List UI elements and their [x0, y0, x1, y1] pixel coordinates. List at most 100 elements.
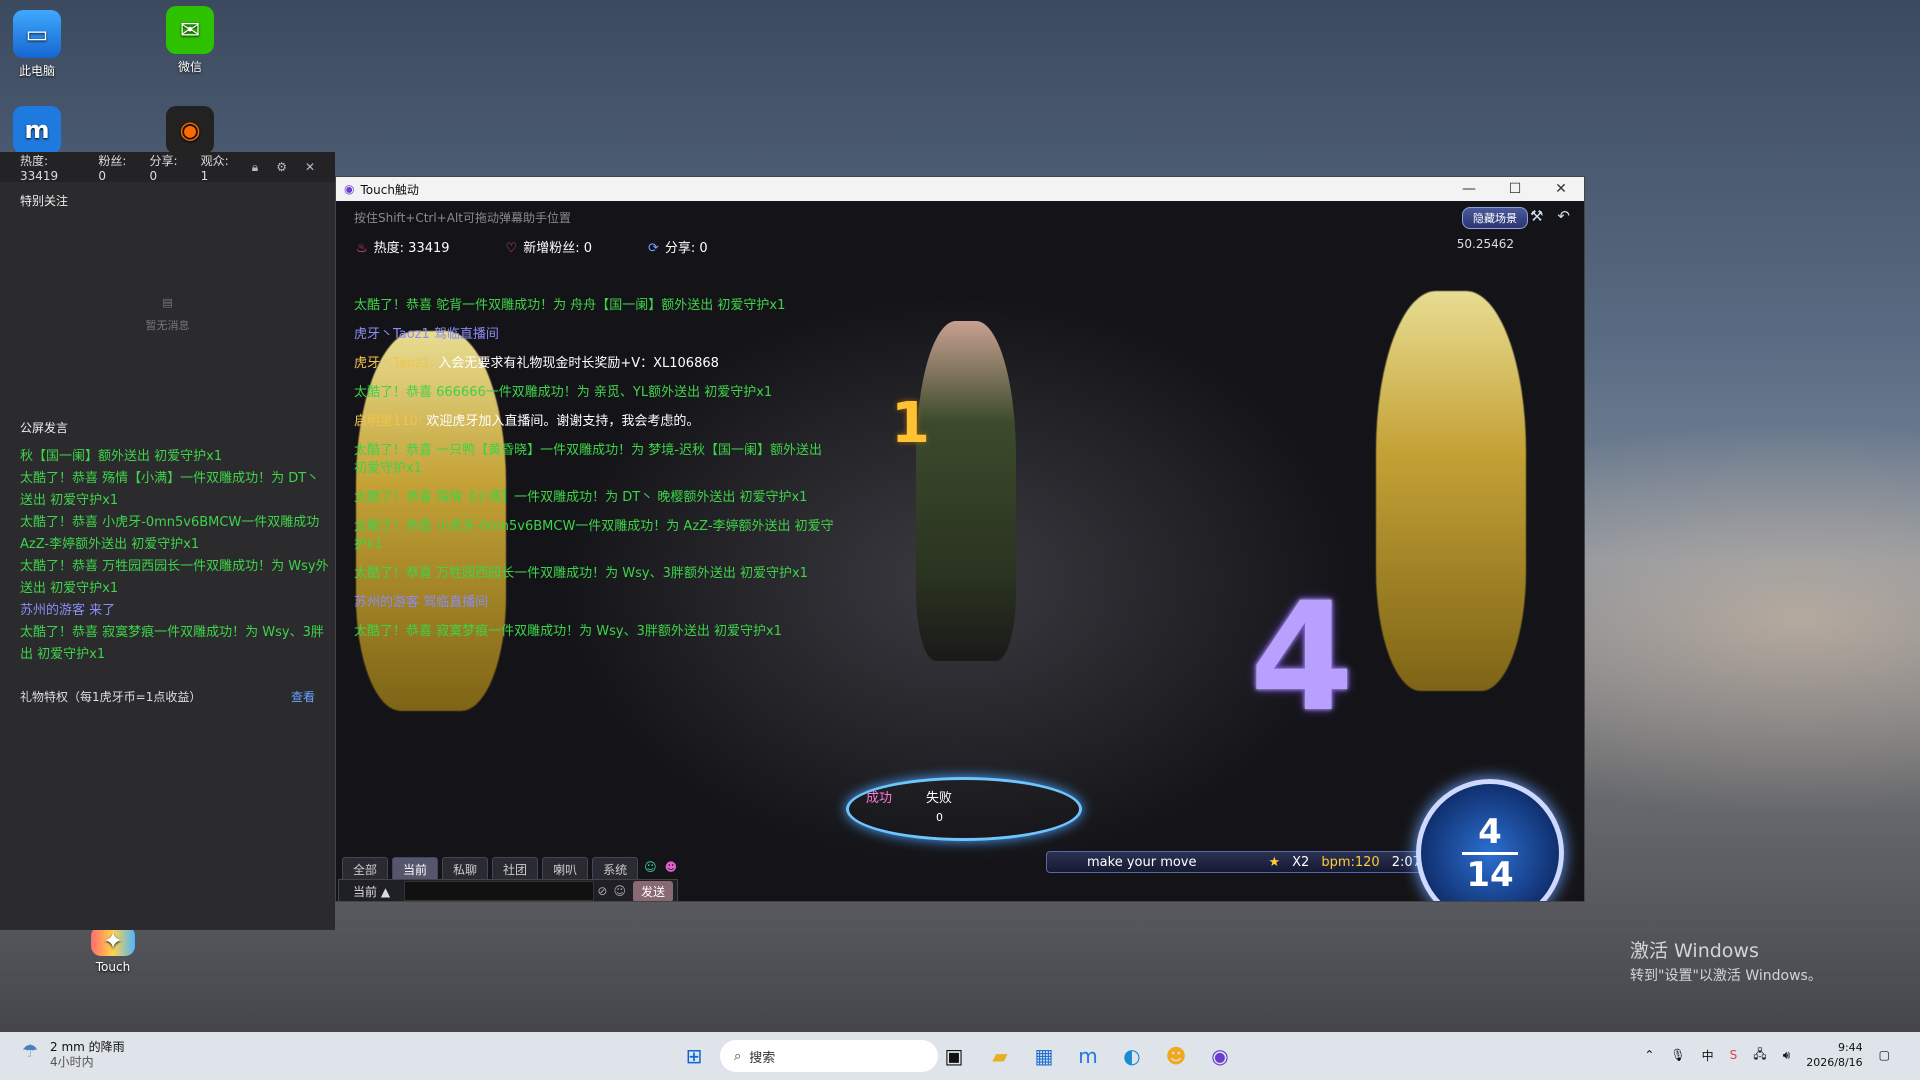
chat-line: 太酷了！恭喜 小虎牙-0mn5v6BMCW一件双雕成功！为 AzZ-李婷额外送出…	[354, 519, 834, 552]
empty-state-text: 暂无消息	[145, 318, 190, 332]
bpm-value: bpm:120	[1321, 854, 1380, 870]
chat-line: 虎牙丶Taoz1 驾临直播间	[354, 327, 499, 342]
sogou-icon[interactable]: S	[1730, 1048, 1738, 1062]
chat-line: 启明星110: 欢迎虎牙加入直播间。谢谢支持，我会考虑的。	[354, 414, 700, 429]
edge-icon[interactable]: ◐	[1118, 1042, 1146, 1070]
assistant-stats-bar: 热度: 33419 粉丝: 0 分享: 0 观众: 1 🔒︎ ⚙ ✕	[0, 152, 335, 183]
stage-stats: ♨ 热度: 33419 ♡ 新增粉丝: 0 ⟳ 分享: 0	[356, 237, 708, 256]
stage-chat: 太酷了！恭喜 鸵背一件双雕成功！为 舟舟【国一阑】额外送出 初爱守护x1 虎牙丶…	[354, 297, 834, 652]
progress-counter: 4 14	[1416, 779, 1564, 901]
counter-total: 14	[1466, 854, 1514, 895]
desktop-icon-wechat[interactable]: ✉ 微信	[145, 6, 235, 75]
assistant-viewers: 观众: 1	[200, 153, 229, 183]
judge-success: 成功	[866, 791, 893, 806]
maximize-button[interactable]: ☐	[1492, 181, 1538, 197]
file-explorer-icon[interactable]: ▰	[986, 1042, 1014, 1070]
empty-state: ▤ 暂无消息	[0, 219, 335, 409]
search-icon: ⌕	[734, 1048, 742, 1064]
emoji-icon[interactable]: ☺	[613, 884, 626, 898]
countdown-number: 4	[1249, 571, 1354, 745]
judge-fail: 失败	[926, 791, 953, 806]
special-follow-heading: 特别关注	[20, 194, 69, 208]
desktop-icon-this-pc[interactable]: ▭ 此电脑	[0, 10, 82, 79]
assistant-share: 分享: 0	[149, 153, 178, 183]
gear-icon[interactable]: ⚙	[276, 160, 287, 175]
window-title: Touch触动	[360, 182, 419, 197]
desktop-icon-app-m[interactable]: m	[0, 106, 82, 158]
minimize-button[interactable]: —	[1446, 181, 1492, 197]
drag-hint: 按住Shift+Ctrl+Alt可拖动弹幕助手位置	[354, 211, 571, 225]
app-logo-icon: ◉	[344, 182, 355, 196]
gift-privilege-row: 礼物特权（每1虎牙币=1点收益） 查看	[0, 678, 335, 715]
store-icon[interactable]: ▦	[1030, 1042, 1058, 1070]
notification-icon[interactable]: ▢	[1879, 1048, 1890, 1062]
desktop-icon-touch[interactable]: ✦ Touch	[68, 926, 158, 974]
weather-widget[interactable]: ☂ 2 mm 的降雨 4小时内	[22, 1040, 125, 1070]
task-view-icon[interactable]: ▣	[940, 1042, 968, 1070]
list-item: 太酷了！恭喜 殇情【小满】一件双雕成功！为 DT丶送出 初爱守护x1	[20, 471, 320, 508]
list-item: 苏州的游客 来了	[20, 603, 116, 618]
game-window: ◉ Touch触动 — ☐ ✕ 按住Shift+Ctrl+Alt可拖动弹幕助手位…	[335, 176, 1585, 902]
close-icon[interactable]: ✕	[305, 160, 315, 175]
huya-icon[interactable]: ☻	[1162, 1042, 1190, 1070]
rhythm-status-bar: make your move ★ X2 bpm:120 2:07	[1046, 851, 1466, 873]
microphone-icon[interactable]: 🎙︎	[1670, 1048, 1685, 1062]
list-item: 太酷了！恭喜 小虎牙-0mn5v6BMCW一件双雕成功 AzZ-李婷额外送出 初…	[20, 515, 320, 552]
star-icon: ★	[1268, 854, 1281, 870]
taskbar-search[interactable]: ⌕ 搜索	[720, 1040, 938, 1072]
chat-input[interactable]	[404, 881, 595, 901]
game-stage: 按住Shift+Ctrl+Alt可拖动弹幕助手位置 ♨ 热度: 33419 ♡ 新增…	[336, 201, 1584, 901]
touch-app-icon: ✦	[91, 926, 135, 956]
stage-new-fans: ♡ 新增粉丝: 0	[505, 241, 592, 256]
network-icon[interactable]: 🖧︎	[1753, 1045, 1766, 1066]
activation-watermark: 激活 Windows 转到"设置"以激活 Windows。	[1630, 940, 1822, 984]
flame-icon: ♨	[356, 241, 368, 256]
gift-privilege-label: 礼物特权（每1虎牙币=1点收益）	[20, 690, 202, 704]
send-button[interactable]: 发送	[632, 880, 673, 901]
judge-count: 0	[936, 811, 943, 824]
chat-line: 太酷了！恭喜 万牲园西园长一件双雕成功！为 Wsy、3胖额外送出 初爱守护x1	[354, 566, 808, 581]
chat-line: 太酷了！恭喜 殇情【小满】一件双雕成功！为 DT丶 晚樱额外送出 初爱守护x1	[354, 490, 808, 505]
ime-icon[interactable]: 中	[1702, 1047, 1714, 1064]
list-item: 秋【国一阑】额外送出 初爱守护x1	[20, 449, 223, 464]
rain-icon: ☂	[22, 1041, 39, 1062]
heart-icon: ♡	[505, 241, 518, 256]
counter-current: 4	[1478, 811, 1502, 852]
stage-timer: 50.25462	[1456, 237, 1514, 251]
stage-heat: ♨ 热度: 33419	[356, 241, 450, 256]
record-icon: ◉	[166, 106, 214, 154]
hide-scene-button[interactable]: 隐藏场景	[1462, 207, 1528, 229]
volume-icon[interactable]: 🔊︎	[1783, 1048, 1791, 1063]
channel-select[interactable]: 当前 ▲	[339, 883, 404, 900]
start-icon[interactable]: ⊞	[680, 1042, 708, 1070]
assistant-heat: 热度: 33419	[20, 153, 59, 183]
list-item: 太酷了！恭喜 寂寞梦痕一件双雕成功！为 Wsy、3胖出 初爱守护x1	[20, 625, 324, 662]
chat-line: 太酷了！恭喜 666666一件双雕成功！为 亲觅、YL额外送出 初爱守护x1	[354, 385, 773, 400]
app-m-taskbar-icon[interactable]: m	[1074, 1042, 1102, 1070]
wechat-icon: ✉	[166, 6, 214, 54]
chat-line: 太酷了！恭喜 寂寞梦痕一件双雕成功！为 Wsy、3胖额外送出 初爱守护x1	[354, 624, 782, 639]
chat-line: 苏州的游客 驾临直播间	[354, 595, 489, 610]
chat-line: 太酷了！恭喜 鸵背一件双雕成功！为 舟舟【国一阑】额外送出 初爱守护x1	[354, 298, 786, 313]
combo-number: 1	[891, 391, 930, 456]
taskbar: ☂ 2 mm 的降雨 4小时内 ⊞ ⌕ 搜索 ▣ ▰ ▦ m ◐ ☻ ◉ ⌃ 🎙…	[0, 1032, 1920, 1080]
block-icon[interactable]: ⊘	[597, 884, 607, 898]
close-button[interactable]: ✕	[1538, 181, 1584, 197]
monitor-icon: ▭	[13, 10, 61, 58]
desktop-icon-recorder[interactable]: ◉	[145, 106, 235, 158]
danmaku-assistant-panel: 热度: 33419 粉丝: 0 分享: 0 观众: 1 🔒︎ ⚙ ✕ 特别关注 …	[0, 152, 335, 930]
back-icon[interactable]: ↶	[1557, 207, 1570, 225]
multiplier: X2	[1292, 854, 1310, 870]
wrench-icon[interactable]: ⚒	[1530, 207, 1543, 225]
touch-taskbar-icon[interactable]: ◉	[1206, 1042, 1234, 1070]
chevron-up-icon[interactable]: ⌃	[1644, 1048, 1654, 1062]
public-message-list[interactable]: 秋【国一阑】额外送出 初爱守护x1 太酷了！恭喜 殇情【小满】一件双雕成功！为 …	[0, 446, 335, 678]
golden-dancer-right	[1376, 291, 1526, 691]
lock-icon[interactable]: 🔒︎	[252, 160, 258, 175]
view-link[interactable]: 查看	[291, 688, 315, 705]
system-tray: ⌃ 🎙︎ 中 S 🖧︎ 🔊︎ 9:44 2026/8/16 ▢	[1644, 1040, 1890, 1070]
main-dancer	[916, 321, 1016, 661]
public-speech-heading: 公屏发言	[20, 421, 69, 435]
clock[interactable]: 9:44 2026/8/16	[1806, 1040, 1862, 1070]
window-titlebar[interactable]: ◉ Touch触动 — ☐ ✕	[336, 177, 1584, 201]
